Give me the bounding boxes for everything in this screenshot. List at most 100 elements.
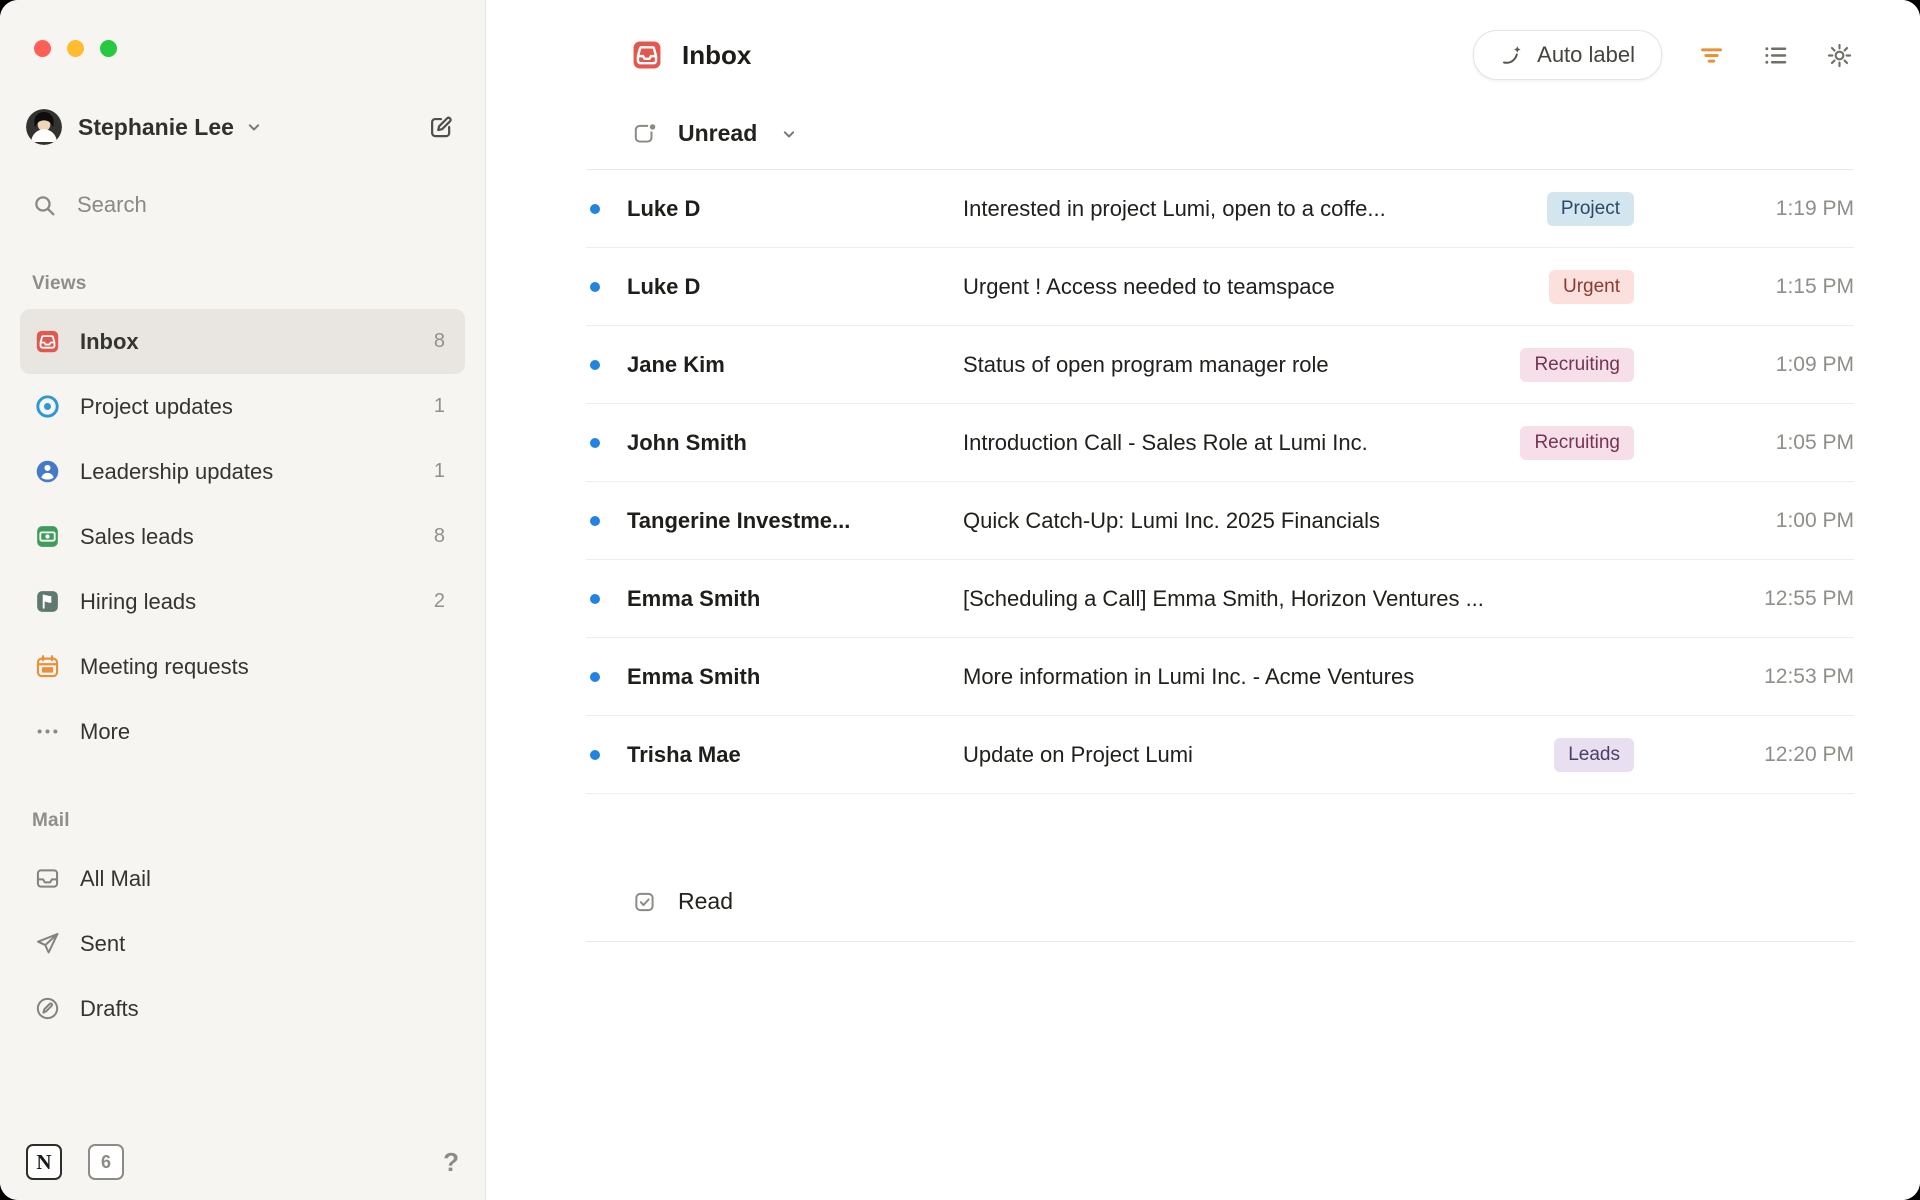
email-time: 1:05 PM (1634, 431, 1854, 455)
sidebar-sections: Views Inbox 8 Project updates 1 Leadersh… (20, 227, 465, 1041)
sidebar-item-label: Inbox (80, 329, 139, 355)
search-input[interactable]: Search (20, 183, 465, 227)
sidebar-item-leadership-updates[interactable]: Leadership updates 1 (20, 439, 465, 504)
email-sender: Trisha Mae (627, 742, 963, 768)
email-sender: Luke D (627, 274, 963, 300)
sidebar-item-all-mail[interactable]: All Mail (20, 846, 465, 911)
email-row[interactable]: Tangerine Investme... Quick Catch-Up: Lu… (586, 482, 1854, 560)
email-subject: Update on Project Lumi (963, 742, 1554, 768)
email-list: Luke D Interested in project Lumi, open … (586, 170, 1854, 794)
calendar-app-icon[interactable]: 6 (88, 1144, 124, 1180)
email-row[interactable]: Luke D Interested in project Lumi, open … (586, 170, 1854, 248)
sidebar-item-count: 8 (434, 525, 451, 548)
sidebar-item-sales-leads[interactable]: Sales leads 8 (20, 504, 465, 569)
search-icon (32, 193, 57, 218)
email-time: 12:55 PM (1634, 587, 1854, 611)
sidebar-item-label: All Mail (80, 866, 151, 892)
email-sender: Tangerine Investme... (627, 508, 963, 534)
avatar (26, 109, 62, 145)
email-time: 12:20 PM (1634, 743, 1854, 767)
banknote-icon (34, 523, 61, 550)
sidebar-section-title: Views (20, 273, 465, 295)
email-row[interactable]: Trisha Mae Update on Project Lumi Leads … (586, 716, 1854, 794)
sidebar-footer: N 6 ? (26, 1144, 459, 1180)
email-row[interactable]: Emma Smith More information in Lumi Inc.… (586, 638, 1854, 716)
email-time: 1:09 PM (1634, 353, 1854, 377)
target-icon (34, 393, 61, 420)
all-mail-icon (34, 865, 61, 892)
sidebar-item-drafts[interactable]: Drafts (20, 976, 465, 1041)
unread-dot-icon (590, 750, 600, 760)
compose-button[interactable] (423, 109, 459, 145)
sidebar-item-project-updates[interactable]: Project updates 1 (20, 374, 465, 439)
sidebar-item-label: Leadership updates (80, 459, 273, 485)
email-time: 1:00 PM (1634, 509, 1854, 533)
email-sender: Jane Kim (627, 352, 963, 378)
settings-gear-icon[interactable] (1824, 40, 1854, 70)
email-subject: Quick Catch-Up: Lumi Inc. 2025 Financial… (963, 508, 1634, 534)
sidebar-item-label: Project updates (80, 394, 233, 420)
help-button[interactable]: ? (443, 1147, 459, 1178)
email-row[interactable]: Luke D Urgent ! Access needed to teamspa… (586, 248, 1854, 326)
close-window-button[interactable] (34, 40, 51, 57)
unread-dot-icon (590, 672, 600, 682)
email-sender: John Smith (627, 430, 963, 456)
sidebar-item-meeting-requests[interactable]: Meeting requests (20, 634, 465, 699)
sidebar-item-inbox[interactable]: Inbox 8 (20, 309, 465, 374)
sidebar-item-label: Hiring leads (80, 589, 196, 615)
email-sender: Emma Smith (627, 664, 963, 690)
unread-dot-icon (590, 438, 600, 448)
sidebar-item-hiring-leads[interactable]: Hiring leads 2 (20, 569, 465, 634)
email-subject: More information in Lumi Inc. - Acme Ven… (963, 664, 1634, 690)
email-label-badge[interactable]: Recruiting (1520, 426, 1634, 460)
pencil-circle-icon (34, 995, 61, 1022)
filter-icon[interactable] (1696, 40, 1726, 70)
email-label-badge[interactable]: Leads (1554, 738, 1634, 772)
read-check-icon (632, 889, 658, 915)
sidebar-section: Views Inbox 8 Project updates 1 Leadersh… (20, 273, 465, 764)
user-name: Stephanie Lee (78, 114, 234, 141)
unread-dot-icon (590, 282, 600, 292)
sidebar-item-label: More (80, 719, 130, 745)
sidebar-section-title: Mail (20, 810, 465, 832)
inbox-icon (34, 328, 61, 355)
email-subject: Introduction Call - Sales Role at Lumi I… (963, 430, 1520, 456)
email-label-badge[interactable]: Project (1547, 192, 1634, 226)
auto-label-wand-icon (1500, 43, 1524, 67)
unread-section-header[interactable]: Unread (586, 120, 1854, 170)
search-placeholder: Search (77, 192, 147, 218)
email-row[interactable]: John Smith Introduction Call - Sales Rol… (586, 404, 1854, 482)
account-switcher[interactable]: Stephanie Lee (20, 105, 465, 149)
auto-label-button[interactable]: Auto label (1473, 30, 1662, 80)
sidebar-item-more[interactable]: More (20, 699, 465, 764)
person-icon (34, 458, 61, 485)
unread-dot-icon (590, 594, 600, 604)
email-row[interactable]: Emma Smith [Scheduling a Call] Emma Smit… (586, 560, 1854, 638)
main-header: Inbox Auto label (586, 26, 1854, 84)
email-label-badge[interactable]: Recruiting (1520, 348, 1634, 382)
minimize-window-button[interactable] (67, 40, 84, 57)
email-subject: Urgent ! Access needed to teamspace (963, 274, 1549, 300)
window-controls (20, 0, 465, 57)
chevron-down-icon (779, 124, 799, 144)
inbox-icon (630, 38, 664, 72)
sidebar-item-label: Drafts (80, 996, 139, 1022)
email-time: 1:15 PM (1634, 275, 1854, 299)
zoom-window-button[interactable] (100, 40, 117, 57)
ellipsis-icon (34, 718, 61, 745)
sidebar-item-count: 1 (434, 460, 451, 483)
sidebar-item-label: Meeting requests (80, 654, 249, 680)
sidebar-item-sent[interactable]: Sent (20, 911, 465, 976)
read-section-header[interactable]: Read (586, 888, 1854, 942)
unread-dot-icon (590, 516, 600, 526)
notion-logo-icon[interactable]: N (26, 1144, 62, 1180)
email-subject: Status of open program manager role (963, 352, 1520, 378)
email-label-badge[interactable]: Urgent (1549, 270, 1634, 304)
list-view-icon[interactable] (1760, 40, 1790, 70)
email-time: 12:53 PM (1634, 665, 1854, 689)
main-panel: Inbox Auto label (486, 0, 1920, 1200)
sidebar: Stephanie Lee Search Views Inbox 8 Pro (0, 0, 486, 1200)
email-row[interactable]: Jane Kim Status of open program manager … (586, 326, 1854, 404)
sidebar-item-count: 1 (434, 395, 451, 418)
header-actions: Auto label (1473, 30, 1854, 80)
